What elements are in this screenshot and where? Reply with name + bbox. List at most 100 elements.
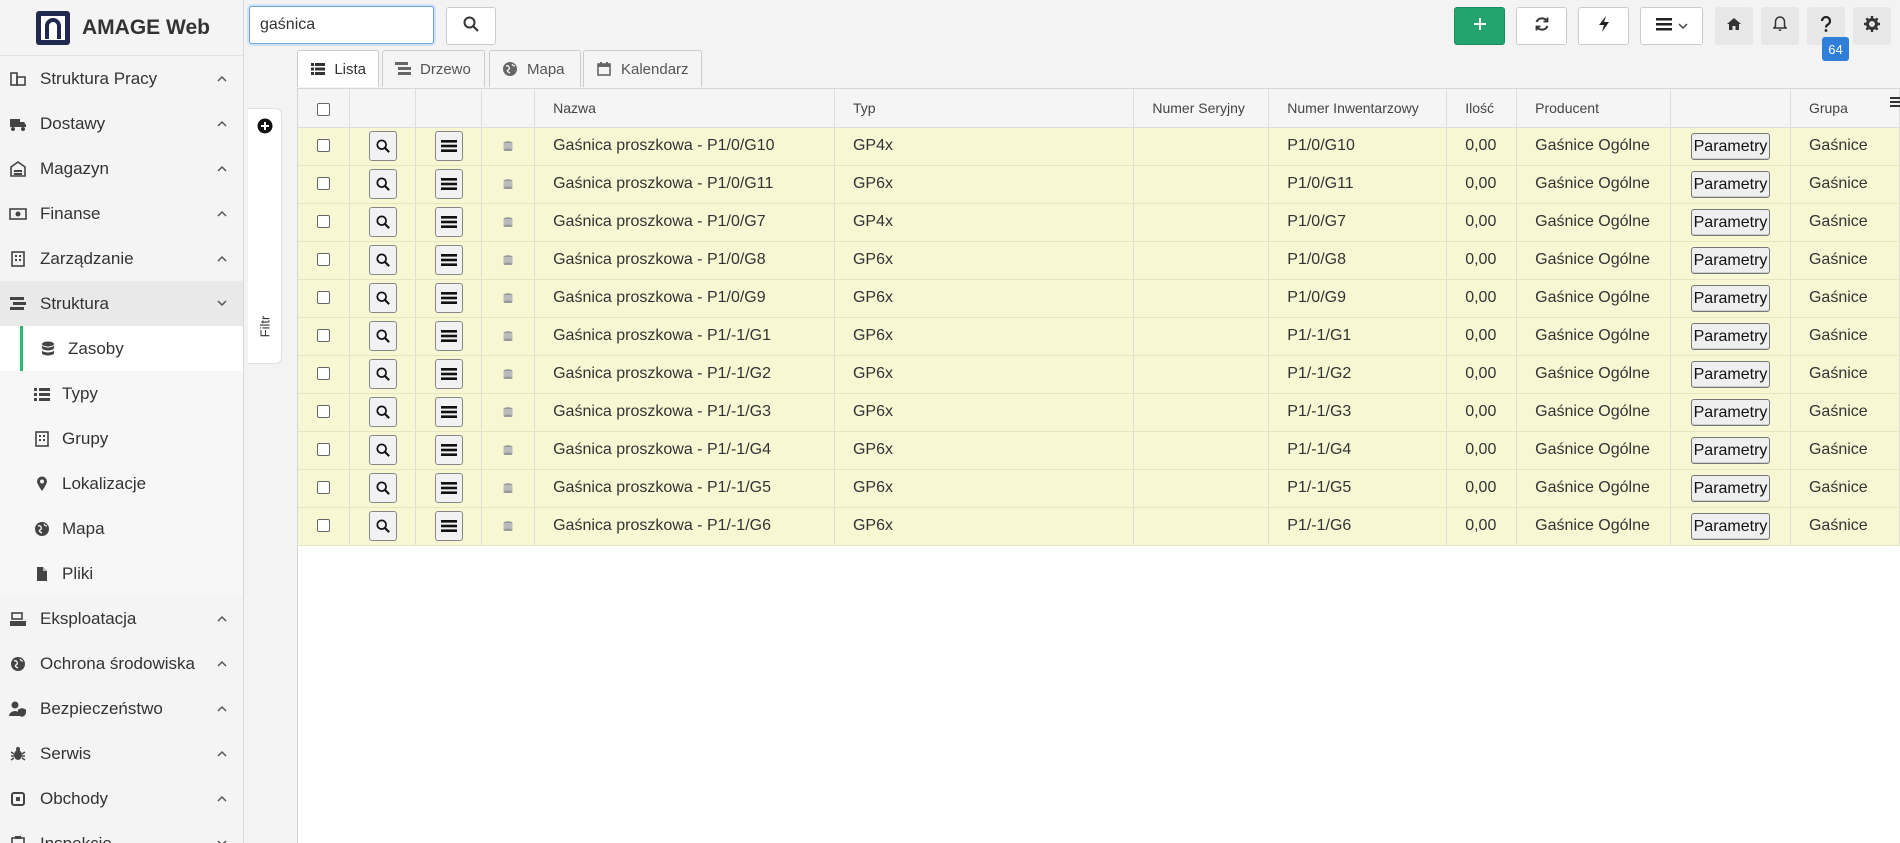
parametry-button[interactable]: Parametry [1690,284,1771,312]
column-menu-icon[interactable] [1890,95,1900,115]
sidebar-subitem-grupy[interactable]: Grupy [0,416,243,461]
row-menu-button[interactable] [434,245,463,275]
view-details-button[interactable] [368,511,397,541]
parametry-button[interactable]: Parametry [1690,360,1771,388]
row-menu-button[interactable] [434,397,463,427]
tab-lista[interactable]: Lista [297,50,379,87]
parametry-button[interactable]: Parametry [1690,474,1771,502]
tab-kalendarz[interactable]: Kalendarz [583,50,702,87]
search-button[interactable] [446,7,496,45]
table-row[interactable]: Gaśnica proszkowa - P1/-1/G2 GP6x P1/-1/G2… [298,355,1900,394]
row-checkbox[interactable] [317,481,331,495]
row-checkbox[interactable] [317,443,331,457]
view-details-button[interactable] [368,283,397,313]
sidebar-subitem-typy[interactable]: Typy [0,371,243,416]
column-header-numer-inwentarzowy[interactable]: Numer Inwentarzowy [1268,89,1448,128]
view-details-button[interactable] [368,473,397,503]
view-details-button[interactable] [368,131,397,161]
row-menu-button[interactable] [434,511,463,541]
column-header-ilosc[interactable]: Ilość [1446,89,1518,128]
parametry-button[interactable]: Parametry [1690,132,1771,160]
row-checkbox[interactable] [317,215,331,229]
view-details-button[interactable] [368,435,397,465]
sidebar-item-serwis[interactable]: Serwis [0,731,243,776]
sidebar-item-obchody[interactable]: Obchody [0,776,243,821]
table-row[interactable]: Gaśnica proszkowa - P1/0/G11 GP6x P1/0/G11… [298,165,1900,204]
sidebar-subitem-pliki[interactable]: Pliki [0,551,243,596]
select-all-checkbox[interactable] [317,102,331,116]
sidebar-item-eksploatacja[interactable]: Eksploatacja [0,596,243,641]
table-row[interactable]: Gaśnica proszkowa - P1/0/G7 GP4x P1/0/G7 0,… [298,203,1900,242]
column-header-typ[interactable]: Typ [834,89,1135,128]
row-checkbox[interactable] [317,367,331,381]
table-row[interactable]: Gaśnica proszkowa - P1/-1/G1 GP6x P1/-1/G1… [298,317,1900,356]
table-row[interactable]: Gaśnica proszkowa - P1/0/G10 GP4x P1/0/G10… [298,127,1900,166]
sidebar-subitem-mapa[interactable]: Mapa [0,506,243,551]
table-row[interactable]: Gaśnica proszkowa - P1/-1/G6 GP6x P1/-1/G6… [298,507,1900,546]
sidebar-item-bezpieczenstwo[interactable]: Bezpieczeństwo [0,686,243,731]
view-details-button[interactable] [368,169,397,199]
column-header-numer-seryjny[interactable]: Numer Seryjny [1133,89,1270,128]
row-menu-button[interactable] [434,473,463,503]
table-row[interactable]: Gaśnica proszkowa - P1/0/G9 GP6x P1/0/G9 0,… [298,279,1900,318]
view-details-button[interactable] [368,245,397,275]
quick-action-button[interactable] [1578,7,1629,45]
row-checkbox[interactable] [317,405,331,419]
row-checkbox[interactable] [317,139,331,153]
row-menu-button[interactable] [434,169,463,199]
row-menu-button[interactable] [434,435,463,465]
tab-mapa[interactable]: Mapa [489,50,581,87]
parametry-button[interactable]: Parametry [1690,436,1771,464]
notifications-button[interactable] [1761,7,1799,45]
view-details-button[interactable] [368,321,397,351]
row-menu-button[interactable] [434,283,463,313]
settings-button[interactable] [1853,7,1891,45]
filter-panel[interactable]: Filtr [248,108,282,364]
parametry-button[interactable]: Parametry [1690,246,1771,274]
view-details-button[interactable] [368,207,397,237]
table-row[interactable]: Gaśnica proszkowa - P1/-1/G4 GP6x P1/-1/G4… [298,431,1900,470]
parametry-button[interactable]: Parametry [1690,512,1771,540]
column-header-grupa[interactable]: Grupa [1790,89,1900,128]
row-menu-button[interactable] [434,321,463,351]
parametry-button[interactable]: Parametry [1690,208,1771,236]
sidebar-item-inspekcje[interactable]: Inspekcje [0,821,243,843]
table-row[interactable]: Gaśnica proszkowa - P1/-1/G5 GP6x P1/-1/G5… [298,469,1900,508]
sidebar-item-magazyn[interactable]: Magazyn [0,146,243,191]
filter-label[interactable]: Filtr [258,312,273,342]
row-checkbox[interactable] [317,519,331,533]
sidebar-subitem-lokalizacje[interactable]: Lokalizacje [0,461,243,506]
add-button[interactable] [1454,7,1505,45]
sidebar-item-struktura[interactable]: Struktura [0,281,243,326]
sidebar-item-ochrona-srodowiska[interactable]: Ochrona środowiska [0,641,243,686]
table-row[interactable]: Gaśnica proszkowa - P1/0/G8 GP6x P1/0/G8 0,… [298,241,1900,280]
view-details-button[interactable] [368,359,397,389]
parametry-button[interactable]: Parametry [1690,170,1771,198]
row-checkbox[interactable] [317,291,331,305]
sidebar-item-finanse[interactable]: Finanse [0,191,243,236]
row-checkbox[interactable] [317,329,331,343]
add-filter-icon[interactable] [257,118,273,134]
row-menu-button[interactable] [434,359,463,389]
brand[interactable]: AMAGE Web [0,0,243,56]
row-menu-button[interactable] [434,131,463,161]
table-row[interactable]: Gaśnica proszkowa - P1/-1/G3 GP6x P1/-1/G3… [298,393,1900,432]
tab-drzewo[interactable]: Drzewo [382,50,485,87]
row-checkbox[interactable] [317,253,331,267]
sidebar-item-dostawy[interactable]: Dostawy [0,101,243,146]
parametry-button[interactable]: Parametry [1690,398,1771,426]
search-input[interactable] [249,6,434,44]
sidebar-item-struktura-pracy[interactable]: Struktura Pracy [0,56,243,101]
column-header-nazwa[interactable]: Nazwa [534,89,835,128]
column-header-producent[interactable]: Producent [1516,89,1672,128]
sidebar-subitem-zasoby[interactable]: Zasoby [0,326,243,371]
home-button[interactable] [1715,7,1753,45]
view-details-button[interactable] [368,397,397,427]
sidebar-item-zarzadzanie[interactable]: Zarządzanie [0,236,243,281]
notification-count-badge[interactable]: 64 [1822,37,1849,61]
row-menu-button[interactable] [434,207,463,237]
row-checkbox[interactable] [317,177,331,191]
menu-dropdown-button[interactable] [1640,7,1703,45]
parametry-button[interactable]: Parametry [1690,322,1771,350]
refresh-button[interactable] [1516,7,1567,45]
